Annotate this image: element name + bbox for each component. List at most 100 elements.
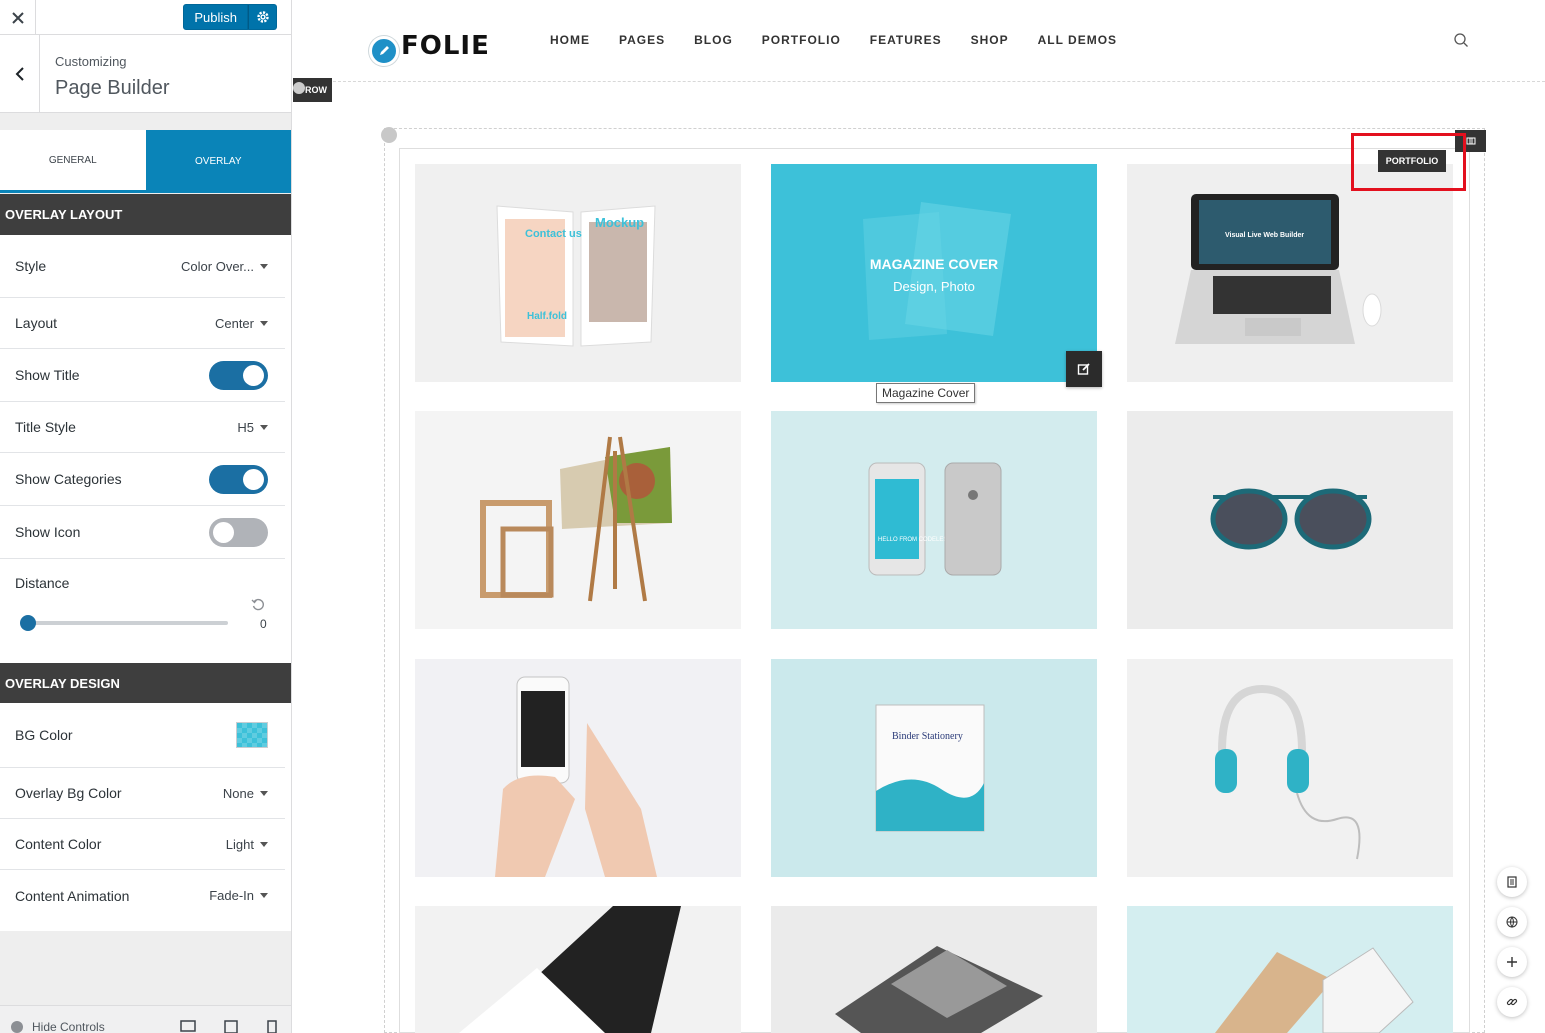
layout-value: Center xyxy=(214,315,254,331)
tab-general[interactable]: GENERAL xyxy=(0,130,146,193)
site-header: FOLIE HOME PAGES BLOG PORTFOLIO FEATURES… xyxy=(293,0,1545,82)
floating-button[interactable] xyxy=(1497,867,1527,897)
show-title-toggle[interactable] xyxy=(209,360,268,390)
overlay-layout-heading: OVERLAY LAYOUT xyxy=(0,194,291,235)
show-title-label: Show Title xyxy=(15,367,80,383)
floating-button[interactable] xyxy=(1497,907,1527,937)
layout-row: Layout Center xyxy=(0,298,285,349)
close-customizer-button[interactable] xyxy=(0,0,36,35)
tile-text: Half.fold xyxy=(527,311,567,322)
portfolio-item[interactable] xyxy=(1127,659,1453,877)
reset-icon[interactable] xyxy=(251,598,265,612)
toggle-knob xyxy=(213,521,234,543)
desktop-preview-icon[interactable] xyxy=(180,1020,196,1033)
link-icon xyxy=(1506,998,1518,1006)
style-row: Style Color Over... xyxy=(0,235,285,298)
portfolio-item[interactable] xyxy=(415,906,741,1033)
nav-portfolio[interactable]: PORTFOLIO xyxy=(762,33,841,47)
tile-text: Contact us xyxy=(525,228,582,240)
back-button[interactable] xyxy=(0,35,40,113)
nav-features[interactable]: FEATURES xyxy=(870,33,942,47)
edit-icon xyxy=(1077,363,1090,375)
style-select[interactable]: Color Over... xyxy=(181,259,268,274)
tile-text: HELLO FROM CODELESS xyxy=(878,537,951,543)
show-categories-toggle[interactable] xyxy=(209,464,268,494)
nav-all-demos[interactable]: ALL DEMOS xyxy=(1038,33,1117,47)
section-title: Page Builder xyxy=(55,77,170,99)
edit-item-button[interactable] xyxy=(1066,351,1102,387)
item-tooltip: Magazine Cover xyxy=(876,383,976,403)
bg-color-row: BG Color xyxy=(0,703,285,768)
overlay-categories: Design, Photo xyxy=(893,279,975,294)
show-title-row: Show Title xyxy=(0,349,285,402)
plus-icon xyxy=(1507,957,1517,967)
customizing-label: Customizing xyxy=(55,54,127,69)
chevron-down-icon xyxy=(260,841,268,847)
portfolio-item[interactable] xyxy=(1127,906,1453,1033)
tab-overlay[interactable]: OVERLAY xyxy=(145,130,291,193)
section-handle[interactable] xyxy=(381,127,397,143)
nav-pages[interactable]: PAGES xyxy=(619,33,665,47)
content-color-select[interactable]: Light xyxy=(226,837,268,852)
show-icon-label: Show Icon xyxy=(15,524,81,540)
content-color-row: Content Color Light xyxy=(0,819,285,870)
content-animation-row: Content Animation Fade-In xyxy=(0,870,285,921)
nav-home[interactable]: HOME xyxy=(550,33,590,47)
hide-controls-button[interactable]: Hide Controls xyxy=(10,1020,105,1033)
content-animation-label: Content Animation xyxy=(15,887,130,904)
title-style-value: H5 xyxy=(237,419,254,435)
pencil-icon xyxy=(369,36,399,66)
portfolio-item[interactable]: Contact us Mockup Half.fold xyxy=(415,164,741,382)
show-icon-toggle[interactable] xyxy=(209,517,268,547)
layout-select[interactable]: Center xyxy=(215,316,268,331)
row-handle[interactable] xyxy=(293,82,305,94)
portfolio-item[interactable] xyxy=(1127,411,1453,629)
portfolio-item[interactable]: Visual Live Web Builder xyxy=(1127,164,1453,382)
gear-icon xyxy=(256,11,269,23)
logo-text: FOLIE xyxy=(401,31,490,61)
content-color-label: Content Color xyxy=(15,836,102,852)
hide-controls-label: Hide Controls xyxy=(32,1020,105,1033)
floating-button[interactable] xyxy=(1497,947,1527,977)
portfolio-item[interactable] xyxy=(415,659,741,877)
portfolio-item[interactable]: Binder Stationery xyxy=(771,659,1097,877)
publish-settings-button[interactable] xyxy=(248,4,277,30)
nav-blog[interactable]: BLOG xyxy=(694,33,733,47)
section-header: Customizing Page Builder xyxy=(0,35,291,113)
site-preview: FOLIE HOME PAGES BLOG PORTFOLIO FEATURES… xyxy=(293,0,1545,1033)
search-icon[interactable] xyxy=(1453,32,1469,48)
tablet-preview-icon[interactable] xyxy=(223,1020,239,1033)
chevron-down-icon xyxy=(260,790,268,796)
title-style-select[interactable]: H5 xyxy=(237,420,268,435)
chevron-down-icon xyxy=(260,263,268,269)
toggle-knob xyxy=(243,364,264,386)
content-animation-select[interactable]: Fade-In xyxy=(209,888,268,903)
main-nav: HOME PAGES BLOG PORTFOLIO FEATURES SHOP … xyxy=(550,33,1146,47)
overlay-bg-color-row: Overlay Bg Color None xyxy=(0,768,285,819)
mobile-preview-icon[interactable] xyxy=(264,1020,280,1033)
bg-color-swatch[interactable] xyxy=(236,722,268,748)
portfolio-item[interactable] xyxy=(771,906,1097,1033)
publish-button[interactable]: Publish xyxy=(183,4,248,30)
distance-slider-handle[interactable] xyxy=(20,615,36,631)
overlay-bg-color-label: Overlay Bg Color xyxy=(15,785,122,801)
panel-tabs: GENERAL OVERLAY xyxy=(0,130,291,193)
publish-group: Publish xyxy=(183,4,277,30)
chevron-down-icon xyxy=(260,424,268,430)
site-logo[interactable]: FOLIE xyxy=(369,26,490,66)
show-icon-row: Show Icon xyxy=(0,506,285,559)
nav-shop[interactable]: SHOP xyxy=(971,33,1009,47)
layout-label: Layout xyxy=(15,315,58,331)
floating-button[interactable] xyxy=(1497,987,1527,1017)
overlay-title: MAGAZINE COVER xyxy=(869,256,999,272)
portfolio-item[interactable]: HELLO FROM CODELESS xyxy=(771,411,1097,629)
distance-slider-track[interactable] xyxy=(21,621,228,625)
overlay-bg-color-select[interactable]: None xyxy=(223,786,268,801)
chevron-down-icon xyxy=(260,893,268,898)
portfolio-item-magazine-cover[interactable]: MAGAZINE COVER Design, Photo xyxy=(771,164,1097,382)
distance-label: Distance xyxy=(15,575,70,591)
annotation-highlight xyxy=(1351,133,1466,191)
portfolio-item[interactable] xyxy=(415,411,741,629)
distance-row: Distance xyxy=(0,559,285,663)
overlay-design-heading: OVERLAY DESIGN xyxy=(0,663,291,703)
